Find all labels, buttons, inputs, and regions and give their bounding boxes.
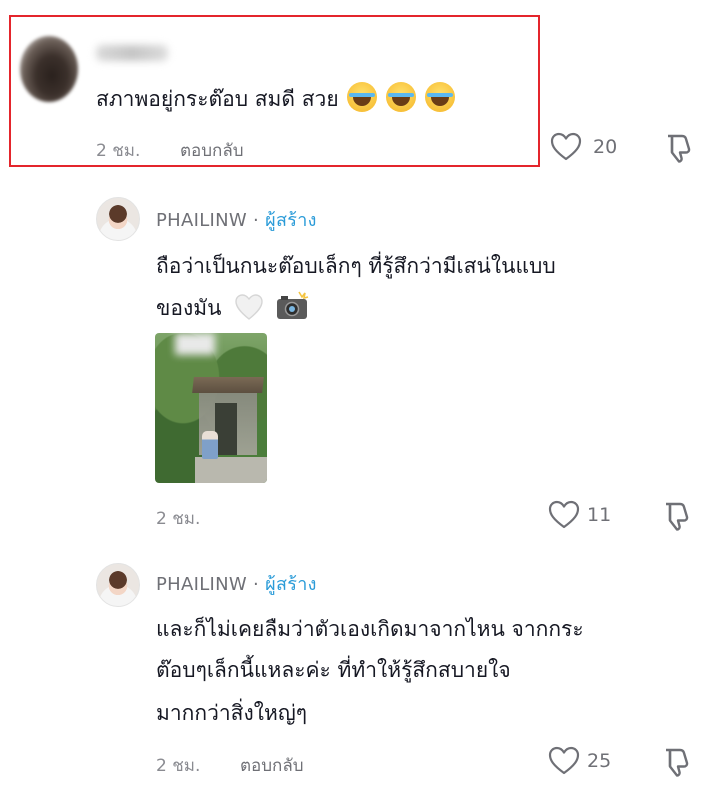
comment-text-line: ถือว่าเป็นกนะต๊อบเล็กๆ ที่รู้สึกว่ามีเสน… <box>156 254 556 278</box>
dislike-icon[interactable] <box>660 746 692 778</box>
comment-header: PHAILINW · ผู้สร้าง <box>156 574 317 595</box>
like-count: 20 <box>593 136 618 158</box>
comment-text-line: ต๊อบๆเล็กนี้แหละค่ะ ที่ทำให้รู้สึกสบายใจ <box>156 658 511 682</box>
hut-door <box>215 403 237 455</box>
face-with-tears-of-joy-icon <box>347 82 378 112</box>
face-with-tears-of-joy-icon <box>386 82 417 112</box>
dislike-icon[interactable] <box>660 500 692 532</box>
blurred-username <box>96 45 168 61</box>
comment-text-line: และก็ไม่เคยลืมว่าตัวเองเกิดมาจากไหน จากก… <box>156 617 584 641</box>
face-with-tears-of-joy-icon <box>424 82 455 112</box>
comment-header: PHAILINW · ผู้สร้าง <box>156 210 317 231</box>
like-count: 11 <box>587 504 612 526</box>
comment-time: 2 ชม. <box>156 756 201 776</box>
creator-badge: ผู้สร้าง <box>265 210 317 231</box>
comment-text-line: มากกว่าสิ่งใหญ่ๆ <box>156 701 307 725</box>
username[interactable]: PHAILINW <box>156 210 247 231</box>
person <box>202 431 218 459</box>
comment-text: สภาพอยู่กระต๊อบ สมดี สวย <box>96 82 455 115</box>
comment-photo[interactable] <box>155 333 267 483</box>
avatar[interactable] <box>20 36 78 102</box>
like-count: 25 <box>587 750 612 772</box>
heart-icon[interactable] <box>550 132 582 162</box>
username[interactable]: PHAILINW <box>156 574 247 595</box>
dislike-icon[interactable] <box>662 132 694 164</box>
blurred-region <box>175 333 215 355</box>
comment-text-line: ของมัน <box>156 291 309 330</box>
reply-button[interactable]: ตอบกลับ <box>240 752 304 779</box>
white-heart-icon <box>234 293 264 330</box>
comment-time: 2 ชม. <box>156 509 201 529</box>
comment-time: 2 ชม. <box>96 141 141 161</box>
creator-avatar[interactable] <box>96 197 140 241</box>
creator-avatar[interactable] <box>96 563 140 607</box>
hut-roof <box>192 377 264 393</box>
camera-with-flash-icon <box>275 291 309 330</box>
heart-icon[interactable] <box>548 500 580 530</box>
creator-badge: ผู้สร้าง <box>265 574 317 595</box>
reply-button[interactable]: ตอบกลับ <box>180 137 244 164</box>
heart-icon[interactable] <box>548 746 580 776</box>
ground <box>195 457 267 483</box>
